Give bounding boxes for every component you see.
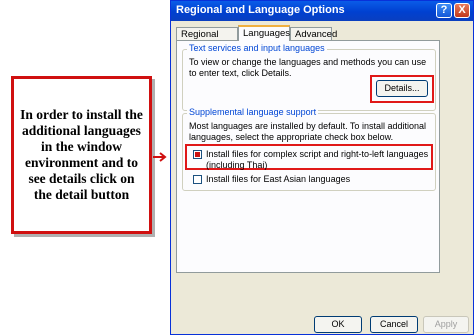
help-button[interactable]: ? [436, 3, 452, 18]
complex-script-label: Install files for complex script and rig… [206, 149, 429, 170]
tab-regional-options[interactable]: Regional Options [176, 27, 238, 53]
title-bar: Regional and Language Options ? X [171, 1, 473, 21]
ok-button[interactable]: OK [314, 316, 362, 333]
window-title: Regional and Language Options [176, 4, 345, 16]
details-button[interactable]: Details... [376, 80, 428, 97]
arrow-right-icon [153, 152, 167, 162]
supplemental-language-group: Supplemental language support Most langu… [182, 107, 436, 191]
east-asian-label: Install files for East Asian languages [206, 174, 351, 184]
annotation-text: In order to install the additional langu… [20, 107, 143, 202]
east-asian-checkbox[interactable] [193, 175, 202, 184]
supplemental-legend: Supplemental language support [187, 107, 319, 117]
languages-panel: Text services and input languages To vie… [176, 40, 440, 273]
cancel-button[interactable]: Cancel [370, 316, 418, 333]
apply-button[interactable]: Apply [423, 316, 469, 333]
tab-languages[interactable]: Languages [238, 25, 290, 41]
complex-script-checkbox[interactable] [193, 150, 202, 159]
close-button[interactable]: X [454, 3, 470, 18]
annotation-callout: In order to install the additional langu… [11, 76, 152, 234]
text-services-legend: Text services and input languages [187, 43, 327, 53]
regional-language-dialog: Regional and Language Options ? X Region… [170, 0, 474, 335]
supplemental-description: Most languages are installed by default.… [189, 121, 426, 142]
text-services-group: Text services and input languages To vie… [182, 43, 436, 111]
tab-advanced[interactable]: Advanced [290, 27, 337, 40]
